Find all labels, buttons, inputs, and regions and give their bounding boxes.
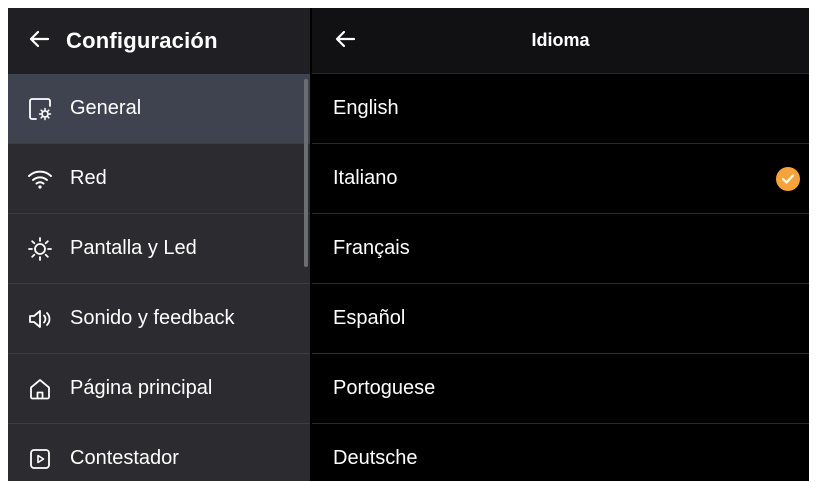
settings-menu: General Red Pantalla y Led Sonido y feed…	[8, 74, 310, 481]
language-option-portoguese[interactable]: Portoguese	[312, 354, 809, 424]
sidebar-item-label: Contestador	[70, 447, 179, 469]
wifi-icon	[26, 165, 54, 193]
sidebar-header: Configuración	[8, 8, 310, 74]
language-label: English	[333, 97, 399, 119]
sidebar-item-label: Pantalla y Led	[70, 237, 197, 259]
language-label: Italiano	[333, 167, 398, 189]
language-option-italiano[interactable]: Italiano	[312, 144, 809, 214]
language-panel: Idioma English Italiano Français Español…	[312, 8, 809, 481]
brightness-icon	[26, 235, 54, 263]
back-button[interactable]	[26, 28, 52, 54]
sidebar-item-label: Sonido y feedback	[70, 307, 235, 329]
sidebar-item-general[interactable]: General	[8, 74, 310, 144]
language-label: Español	[333, 307, 406, 329]
language-option-english[interactable]: English	[312, 74, 809, 144]
sidebar-item-pagina-principal[interactable]: Página principal	[8, 354, 310, 424]
page-title: Idioma	[531, 30, 590, 50]
language-option-deutsche[interactable]: Deutsche	[312, 424, 809, 481]
sidebar-item-label: Red	[70, 167, 107, 189]
language-list: English Italiano Français Español Portog…	[312, 74, 809, 481]
settings-sidebar: Configuración General Red Pantalla y Led…	[8, 8, 310, 481]
arrow-left-icon	[28, 30, 50, 53]
sidebar-item-label: Página principal	[70, 377, 213, 399]
language-option-francais[interactable]: Français	[312, 214, 809, 284]
language-option-espanol[interactable]: Español	[312, 284, 809, 354]
language-label: Deutsche	[333, 447, 418, 469]
sidebar-item-sonido[interactable]: Sonido y feedback	[8, 284, 310, 354]
check-icon	[776, 167, 800, 191]
sidebar-item-red[interactable]: Red	[8, 144, 310, 214]
sidebar-item-label: General	[70, 97, 142, 119]
settings-screen-icon	[26, 95, 54, 123]
settings-screen: Configuración General Red Pantalla y Led…	[8, 8, 809, 481]
sidebar-scrollbar[interactable]	[304, 79, 308, 267]
language-label: Portoguese	[333, 377, 436, 399]
language-header: Idioma	[312, 8, 809, 74]
home-icon	[26, 375, 54, 403]
language-label: Français	[333, 237, 410, 259]
sidebar-item-contestador[interactable]: Contestador	[8, 424, 310, 481]
sidebar-item-pantalla[interactable]: Pantalla y Led	[8, 214, 310, 284]
speaker-icon	[26, 305, 54, 333]
play-box-icon	[26, 445, 54, 473]
sidebar-title: Configuración	[66, 28, 218, 53]
